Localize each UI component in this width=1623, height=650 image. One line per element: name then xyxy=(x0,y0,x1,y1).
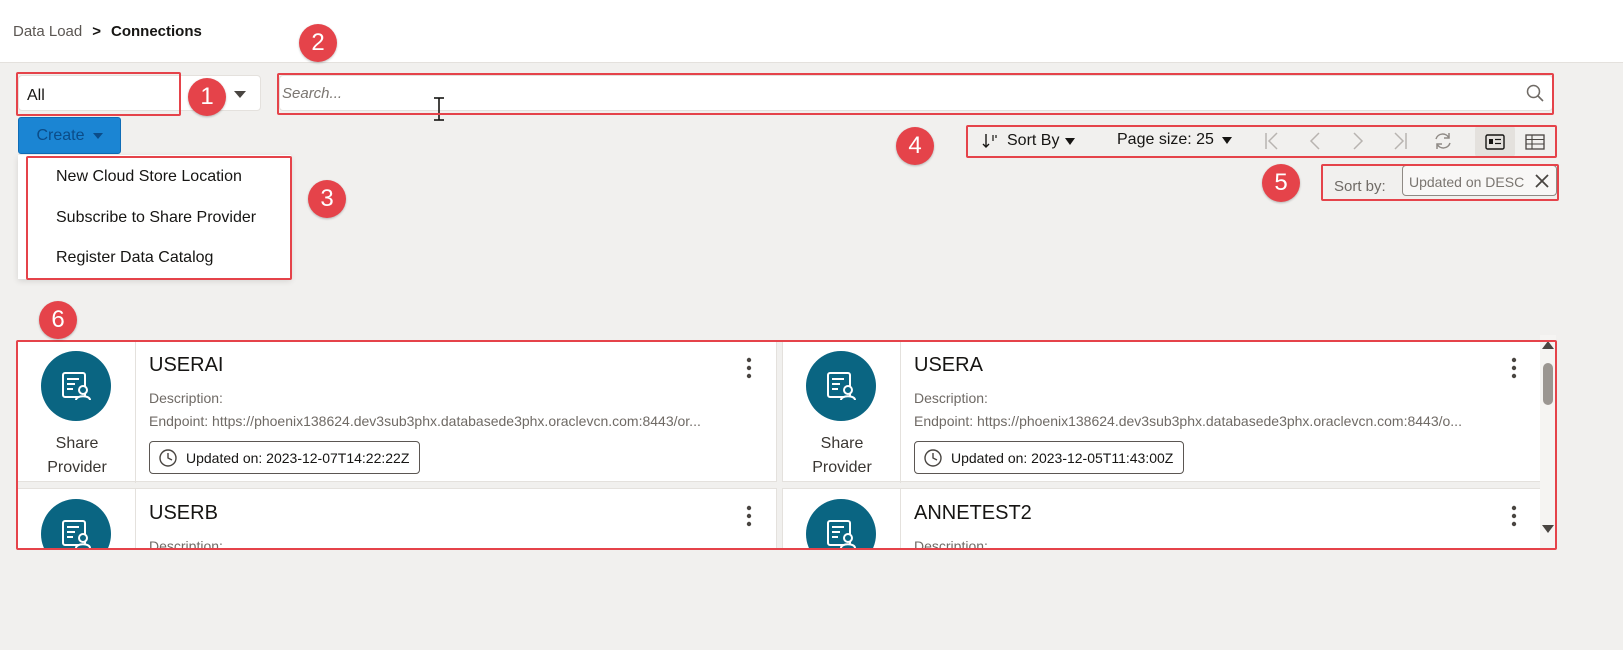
callout-box-cards xyxy=(16,340,1557,550)
breadcrumb-current: Connections xyxy=(111,23,202,40)
chevron-down-icon[interactable] xyxy=(234,91,246,98)
callout-box-sort-chip xyxy=(1321,164,1559,201)
callout-box-create-menu xyxy=(26,156,292,280)
callout-marker-4: 4 xyxy=(896,127,934,165)
callout-marker-3: 3 xyxy=(308,180,346,218)
callout-marker-6: 6 xyxy=(39,301,77,339)
breadcrumb-data-load[interactable]: Data Load xyxy=(13,23,82,40)
breadcrumb: Data Load > Connections xyxy=(13,23,202,40)
callout-marker-1: 1 xyxy=(188,78,226,116)
callout-marker-2: 2 xyxy=(299,24,337,62)
callout-box-filter xyxy=(16,72,181,116)
page-header: Data Load > Connections xyxy=(0,0,1623,63)
create-button-label: Create xyxy=(36,126,85,144)
callout-box-toolbar xyxy=(966,125,1557,158)
create-button[interactable]: Create xyxy=(18,117,121,154)
caret-down-icon xyxy=(92,132,103,139)
breadcrumb-separator-icon: > xyxy=(92,23,101,40)
callout-marker-5: 5 xyxy=(1262,164,1300,202)
callout-box-search xyxy=(277,73,1554,115)
